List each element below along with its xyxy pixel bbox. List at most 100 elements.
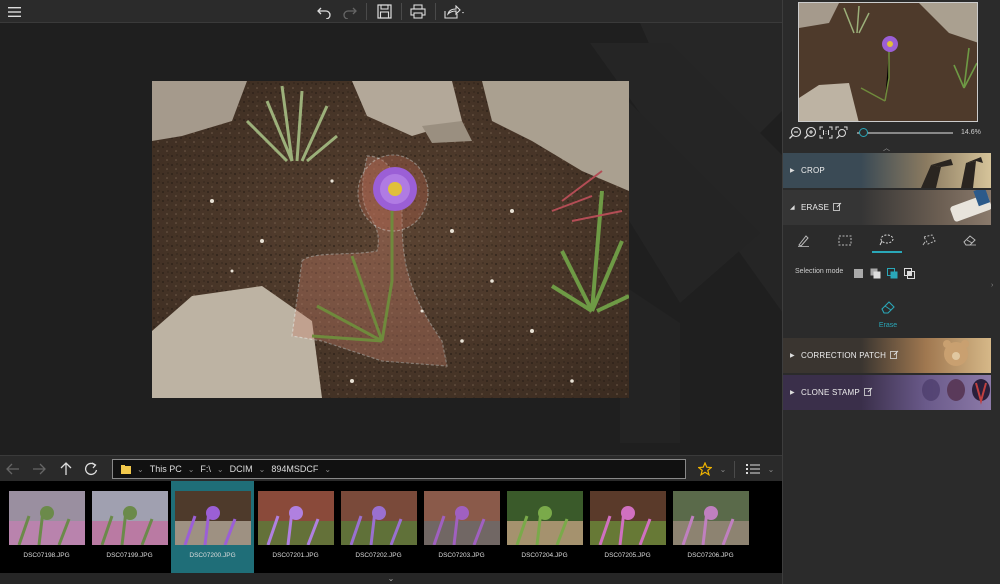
filmstrip[interactable]: DSC07198.JPG DSC07199.JPG DSC07200.JPG DSC0… [0, 481, 782, 573]
actual-size-icon[interactable] [819, 126, 833, 144]
clone-stamp-label-group: CLONE STAMP [801, 387, 873, 398]
chevron-down-icon[interactable]: ⌄ [217, 465, 224, 474]
undo-icon[interactable] [315, 2, 333, 21]
thumbnail-filename: DSC07203.JPG [438, 552, 485, 559]
chevron-down-icon[interactable]: ⌄ [188, 465, 195, 474]
chevron-down-icon[interactable]: ⌄ [718, 459, 728, 479]
expand-arrow-icon: ▶ [790, 390, 795, 396]
arrow-left-icon[interactable] [4, 459, 22, 479]
print-icon[interactable] [408, 2, 428, 21]
crop-label: CROP [801, 166, 825, 175]
breadcrumb-folder[interactable]: 894MSDCF [271, 464, 318, 474]
erase-label-group: ERASE [801, 202, 842, 213]
crop-section[interactable]: ▶ CROP [783, 153, 991, 188]
star-icon[interactable] [696, 459, 714, 479]
expand-arrow-icon: ▶ [790, 168, 795, 174]
clone-stamp-section[interactable]: ▶ CLONE STAMP [783, 375, 991, 410]
chevron-down-icon[interactable]: ⌄ [388, 574, 395, 583]
toolbar-separator [435, 3, 436, 20]
thumbnail-filename: DSC07206.JPG [687, 552, 734, 559]
crop-banner-image [861, 153, 991, 188]
thumbnail-filename: DSC07201.JPG [272, 552, 319, 559]
filmstrip-thumbnail[interactable]: DSC07206.JPG [669, 481, 752, 573]
zoom-controls: 14.6% [789, 126, 994, 140]
navigation-bar: ⌄ This PC ⌄ F:\ ⌄ DCIM ⌄ 894MSDCF ⌄ ⌄ ⌄ [0, 455, 782, 481]
clone-stamp-banner-image [861, 375, 991, 410]
brush-tool[interactable] [783, 227, 825, 253]
thumbnail-image [92, 491, 168, 545]
erase-button[interactable]: Erase [868, 299, 908, 329]
arrow-up-icon[interactable] [57, 459, 75, 479]
clone-stamp-label: CLONE STAMP [801, 388, 860, 397]
rectangle-select-tool[interactable] [825, 227, 867, 253]
chevron-down-icon[interactable]: ⌄ [324, 465, 331, 474]
zoom-slider-track[interactable] [857, 132, 953, 134]
thumbnail-image [507, 491, 583, 545]
erase-action-icon [881, 301, 895, 314]
filmstrip-thumbnail[interactable]: DSC07203.JPG [420, 481, 503, 573]
chevron-down-icon[interactable]: ⌄ [259, 465, 266, 474]
collapse-arrow-icon: ◢ [790, 205, 795, 211]
erase-section[interactable]: ◢ ERASE [783, 190, 991, 225]
zoom-slider-handle[interactable] [859, 128, 868, 137]
correction-patch-label: CORRECTION PATCH [801, 351, 887, 360]
erase-label: ERASE [801, 203, 830, 212]
filmstrip-thumbnail[interactable]: DSC07205.JPG [586, 481, 669, 573]
lasso-icon [880, 234, 894, 246]
share-icon[interactable] [442, 2, 466, 21]
edited-photo[interactable] [152, 81, 629, 398]
filmstrip-thumbnail[interactable]: DSC07200.JPG [171, 481, 254, 573]
folder-icon [121, 464, 131, 474]
thumbnail-image [590, 491, 666, 545]
zoom-in-icon[interactable] [804, 126, 817, 144]
thumbnail-filename: DSC07200.JPG [189, 552, 236, 559]
toolbar-separator [401, 3, 402, 20]
correction-patch-section[interactable]: ▶ CORRECTION PATCH [783, 338, 991, 373]
thumbnail-filename: DSC07205.JPG [604, 552, 651, 559]
redo-icon[interactable] [341, 2, 359, 21]
navigator-preview[interactable] [798, 2, 978, 122]
right-panel: 14.6% ︿ ▶ CROP ◢ ERASE Selection mode › … [782, 0, 1000, 584]
path-bar[interactable]: ⌄ This PC ⌄ F:\ ⌄ DCIM ⌄ 894MSDCF ⌄ [112, 459, 686, 479]
selection-mode-label: Selection mode [795, 268, 844, 275]
chevron-up-icon[interactable]: ︿ [883, 143, 890, 153]
lasso-tool[interactable] [866, 227, 908, 253]
filmstrip-toggle[interactable]: ⌄ [0, 573, 782, 584]
fit-to-window-icon[interactable] [835, 126, 848, 144]
correction-patch-label-group: CORRECTION PATCH [801, 350, 899, 361]
filmstrip-thumbnail[interactable]: DSC07198.JPG [5, 481, 88, 573]
list-view-icon[interactable] [744, 459, 762, 479]
eraser-tool[interactable] [949, 227, 991, 253]
filmstrip-thumbnail[interactable]: DSC07199.JPG [88, 481, 171, 573]
toolbar-separator [366, 3, 367, 20]
refresh-icon[interactable] [82, 459, 100, 479]
subtract-selection-icon[interactable] [887, 266, 898, 279]
breadcrumb-dcim[interactable]: DCIM [230, 464, 253, 474]
new-selection-icon[interactable] [853, 266, 864, 278]
thumbnail-filename: DSC07198.JPG [23, 552, 70, 559]
image-canvas[interactable] [0, 23, 782, 455]
chevron-down-icon[interactable]: ⌄ [137, 465, 144, 474]
intersect-selection-icon[interactable] [904, 266, 915, 279]
thumbnail-image [424, 491, 500, 545]
polygon-lasso-icon [922, 234, 936, 246]
zoom-out-icon[interactable] [789, 126, 802, 144]
brush-icon [798, 234, 810, 247]
breadcrumb-this-pc[interactable]: This PC [150, 464, 182, 474]
arrow-right-icon[interactable] [30, 459, 48, 479]
hamburger-menu-icon[interactable] [6, 2, 22, 21]
filmstrip-thumbnail[interactable]: DSC07201.JPG [254, 481, 337, 573]
edit-icon [864, 387, 873, 398]
save-icon[interactable] [374, 2, 394, 21]
rectangle-select-icon [838, 235, 852, 245]
panel-expand-icon[interactable]: › [991, 282, 993, 289]
edit-icon [833, 202, 842, 213]
polygon-lasso-tool[interactable] [908, 227, 950, 253]
add-selection-icon[interactable] [870, 266, 881, 279]
photo-editor-window: ⌄ This PC ⌄ F:\ ⌄ DCIM ⌄ 894MSDCF ⌄ ⌄ ⌄ … [0, 0, 1000, 584]
chevron-down-icon[interactable]: ⌄ [766, 459, 776, 479]
thumbnail-image [258, 491, 334, 545]
breadcrumb-drive[interactable]: F:\ [200, 464, 211, 474]
filmstrip-thumbnail[interactable]: DSC07204.JPG [503, 481, 586, 573]
filmstrip-thumbnail[interactable]: DSC07202.JPG [337, 481, 420, 573]
